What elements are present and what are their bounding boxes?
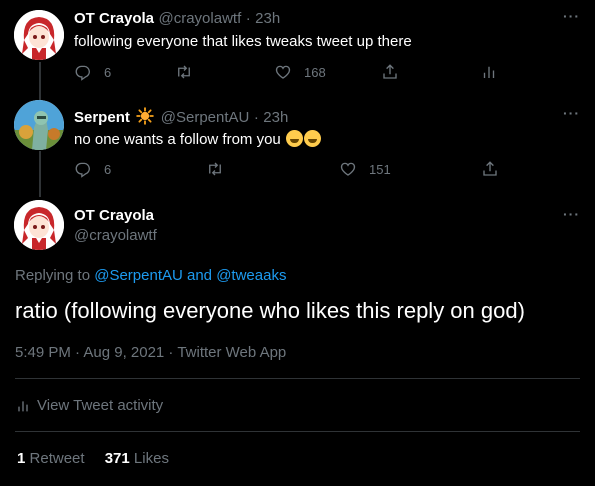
replying-to-label: Replying to [15,267,91,284]
likes-label: Likes [133,450,169,467]
more-options-icon[interactable]: ··· [563,105,580,121]
tweet-timestamp[interactable]: 5:49 PM · Aug 9, 2021 · Twitter Web App [15,344,286,361]
view-tweet-activity-link[interactable]: View Tweet activity [15,397,163,414]
tweet-header: OT Crayola @crayolawtf · 23h [74,10,280,28]
avatar-character-icon [14,100,64,150]
thread-line [39,151,41,197]
analytics-icon [18,400,28,411]
avatar-anime-girl-icon [14,10,64,60]
tweet-text: no one wants a follow from you [74,130,321,148]
share-button[interactable] [481,160,499,178]
avatar[interactable] [14,10,64,60]
author-handle[interactable]: @crayolawtf [158,10,241,27]
like-button[interactable]: 168 [274,63,326,81]
reply-button[interactable]: 6 [74,63,111,81]
separator-dot: · [245,10,251,27]
share-icon [483,161,497,176]
divider [15,431,580,432]
avatar[interactable] [14,100,64,150]
reply-count: 6 [104,161,112,177]
reply-button[interactable]: 6 [74,160,111,178]
author-name[interactable]: OT Crayola [74,207,154,224]
view-tweet-activity-label: View Tweet activity [37,397,164,414]
divider [15,378,580,379]
like-count: 151 [369,161,391,177]
main-tweet-text: ratio (following everyone who likes this… [15,298,525,323]
retweet-icon [178,65,190,79]
tweet-header: Serpent @SerpentAU · 23h [74,107,288,127]
tweet-time[interactable]: 23h [255,10,280,27]
replying-to: Replying to @SerpentAU and @tweaaks [15,267,286,284]
avatar[interactable] [14,200,64,250]
retweets-count: 1 [17,450,26,467]
avatar-anime-girl-icon [14,200,64,250]
share-button[interactable] [381,63,399,81]
analytics-icon [483,66,495,78]
likes-stat[interactable]: 371 Likes [105,450,169,467]
tweet-text-content: no one wants a follow from you [74,131,281,148]
separator-dot: · [253,109,259,126]
replying-to-and[interactable]: and [187,267,212,284]
author-name[interactable]: OT Crayola [74,10,154,27]
reply-icon [75,65,90,81]
rofl-emoji-icon [303,130,321,147]
rofl-emoji-icon [285,130,303,147]
retweet-button[interactable] [175,63,205,81]
retweet-button[interactable] [206,160,236,178]
engagement-stats: 1 Retweet 371 Likes [17,450,169,467]
tweet-text: following everyone that likes tweaks twe… [74,33,412,50]
like-count: 168 [304,64,326,80]
author-handle[interactable]: @crayolawtf [74,227,157,244]
tweet-time[interactable]: 23h [263,109,288,126]
heart-icon [275,65,291,79]
share-icon [383,64,397,79]
retweets-label: Retweet [29,450,85,467]
thread-line [39,62,41,100]
more-options-icon[interactable]: ··· [563,8,580,24]
replying-to-user-link[interactable]: @SerpentAU [94,267,183,284]
reply-icon [75,162,90,178]
replying-to-user-link[interactable]: @tweaaks [216,267,286,284]
author-handle[interactable]: @SerpentAU [161,109,250,126]
retweet-icon [209,162,221,176]
author-name[interactable]: Serpent [74,109,130,126]
heart-icon [340,162,356,176]
reply-count: 6 [104,64,112,80]
analytics-button[interactable] [480,63,498,81]
retweets-stat[interactable]: 1 Retweet [17,450,89,467]
likes-count: 371 [104,450,130,467]
sun-emoji-icon [136,107,155,125]
like-button[interactable]: 151 [339,160,391,178]
more-options-icon[interactable]: ··· [563,206,580,222]
